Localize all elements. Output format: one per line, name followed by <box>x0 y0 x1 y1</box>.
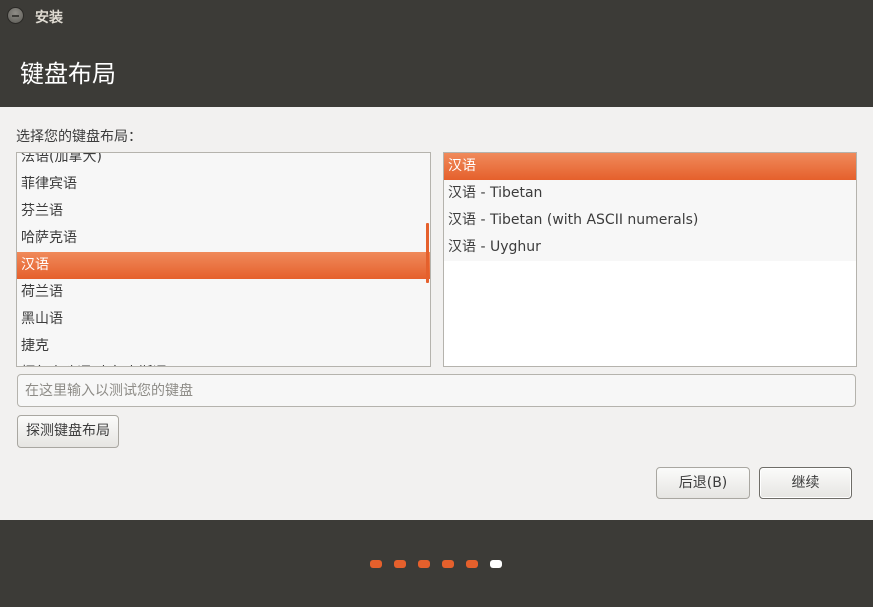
continue-button[interactable]: 继续 <box>759 467 852 499</box>
progress-dot <box>442 560 454 568</box>
layout-list-item[interactable]: 法语(加拿大) <box>17 153 430 171</box>
scrollbar-thumb[interactable] <box>426 223 429 283</box>
layout-list-item[interactable]: 黑山语 <box>17 306 430 333</box>
variant-list-item[interactable]: 汉语 <box>444 153 856 180</box>
footer <box>0 520 873 607</box>
layout-list-item[interactable]: 汉语 <box>17 252 430 279</box>
layout-list-item[interactable]: 菲律宾语 <box>17 171 430 198</box>
layout-list-item[interactable]: 荷兰语 <box>17 279 430 306</box>
layout-list-item[interactable]: 芬兰语 <box>17 198 430 225</box>
keyboard-test-input[interactable] <box>17 374 856 407</box>
layout-prompt: 选择您的键盘布局： <box>16 129 142 145</box>
progress-dot <box>490 560 502 568</box>
progress-dot <box>466 560 478 568</box>
header: 键盘布局 <box>0 32 873 107</box>
keyboard-variant-list[interactable]: 汉语 汉语 - Tibetan 汉语 - Tibetan (with ASCII n… <box>443 152 857 367</box>
variant-list-item[interactable]: 汉语 - Uyghur <box>444 234 856 261</box>
keyboard-layout-list[interactable]: 法语(加拿大)菲律宾语芬兰语哈萨克语汉语荷兰语黑山语捷克柯尔克孜语(吉尔吉斯语) <box>16 152 431 367</box>
title-bar: 安装 <box>0 0 873 32</box>
variant-list-item[interactable]: 汉语 - Tibetan <box>444 180 856 207</box>
progress-dot <box>370 560 382 568</box>
close-icon[interactable] <box>7 7 24 24</box>
progress-dot <box>394 560 406 568</box>
back-button[interactable]: 后退(B) <box>656 467 750 499</box>
layout-list-item[interactable]: 哈萨克语 <box>17 225 430 252</box>
window-title: 安装 <box>35 10 63 26</box>
variant-list-item[interactable]: 汉语 - Tibetan (with ASCII numerals) <box>444 207 856 234</box>
detect-layout-button[interactable]: 探测键盘布局 <box>17 415 119 448</box>
progress-dot <box>418 560 430 568</box>
page-title: 键盘布局 <box>20 60 116 88</box>
layout-list-item[interactable]: 捷克 <box>17 333 430 360</box>
layout-list-item[interactable]: 柯尔克孜语(吉尔吉斯语) <box>17 360 430 366</box>
